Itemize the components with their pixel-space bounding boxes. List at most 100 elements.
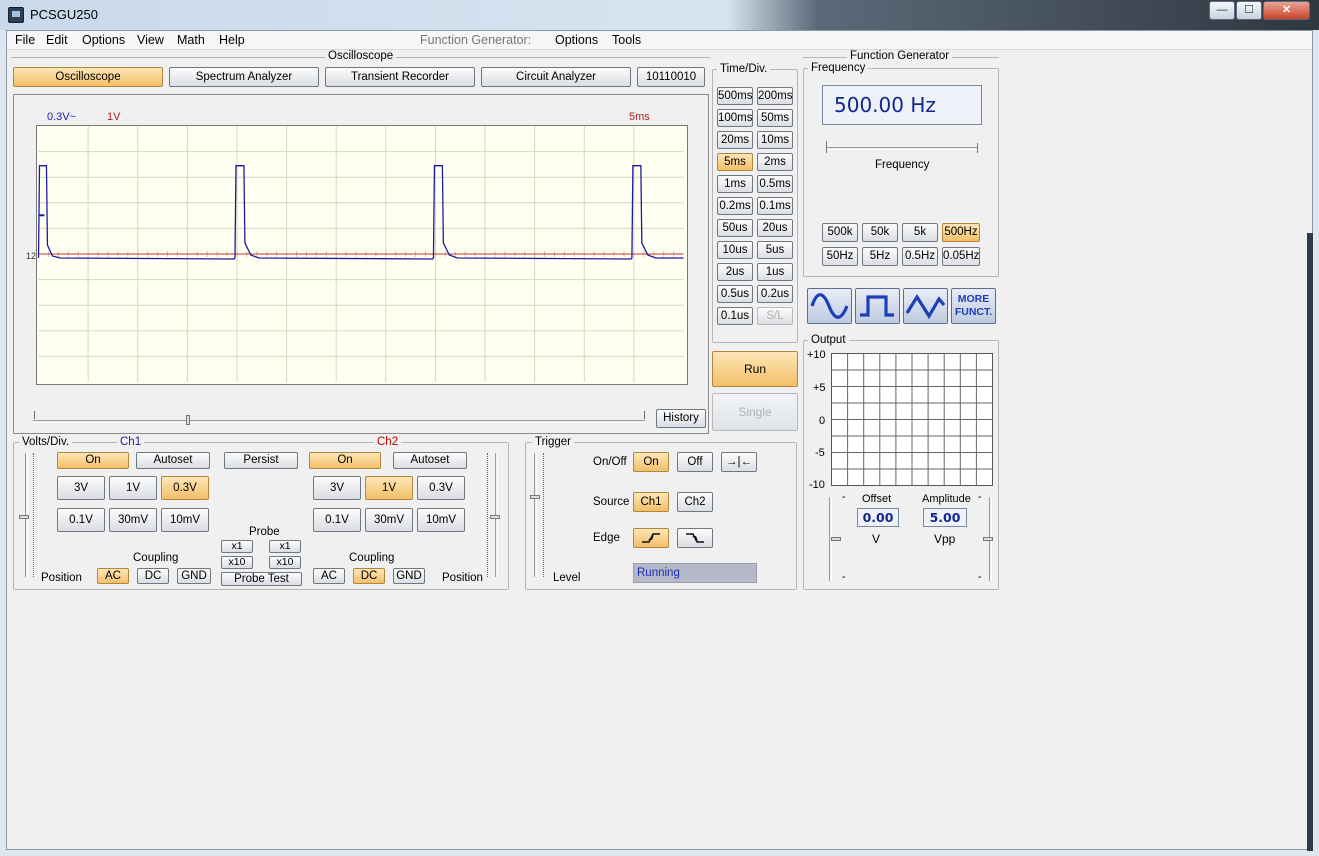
probe-ch2-x10[interactable]: x10 bbox=[269, 556, 301, 569]
ch2-coupling-gnd[interactable]: GND bbox=[393, 568, 425, 584]
history-slider-thumb[interactable] bbox=[186, 415, 190, 425]
falling-edge-icon[interactable] bbox=[677, 528, 713, 548]
minimize-button[interactable]: — bbox=[1209, 1, 1235, 20]
ch1-range-30mv[interactable]: 30mV bbox=[109, 508, 157, 532]
menu-fg-tools[interactable]: Tools bbox=[612, 33, 641, 47]
ch1-autoset-button[interactable]: Autoset bbox=[136, 452, 210, 469]
timediv-50ms[interactable]: 50ms bbox=[757, 109, 793, 127]
offset-slider-thumb[interactable] bbox=[831, 537, 841, 541]
more-functions-button[interactable]: MORE FUNCT. bbox=[951, 288, 996, 324]
menu-view[interactable]: View bbox=[137, 33, 164, 47]
ch1-range-0-1v[interactable]: 0.1V bbox=[57, 508, 105, 532]
maximize-button[interactable]: ☐ bbox=[1236, 1, 1262, 20]
run-button[interactable]: Run bbox=[712, 351, 798, 387]
ch1-coupling-gnd[interactable]: GND bbox=[177, 568, 211, 584]
timediv-10us[interactable]: 10us bbox=[717, 241, 753, 259]
timediv-20us[interactable]: 20us bbox=[757, 219, 793, 237]
timediv-1us[interactable]: 1us bbox=[757, 263, 793, 281]
timediv-S-L[interactable]: S/L bbox=[757, 307, 793, 325]
menu-file[interactable]: File bbox=[15, 33, 35, 47]
ch2-autoset-button[interactable]: Autoset bbox=[393, 452, 467, 469]
timediv-0-2ms[interactable]: 0.2ms bbox=[717, 197, 753, 215]
trigger-level-slider[interactable] bbox=[534, 453, 537, 577]
frequency-slider[interactable] bbox=[827, 147, 977, 150]
ch2-range-0-1v[interactable]: 0.1V bbox=[313, 508, 361, 532]
mode-spectrum-analyzer-button[interactable]: Spectrum Analyzer bbox=[169, 67, 319, 87]
timediv-1ms[interactable]: 1ms bbox=[717, 175, 753, 193]
ch2-range-0-3v[interactable]: 0.3V bbox=[417, 476, 465, 500]
timediv-20ms[interactable]: 20ms bbox=[717, 131, 753, 149]
ch2-coupling-dc[interactable]: DC bbox=[353, 568, 385, 584]
ch1-range-3v[interactable]: 3V bbox=[57, 476, 105, 500]
freq-range-50hz[interactable]: 50Hz bbox=[822, 247, 858, 266]
ch1-coupling-dc[interactable]: DC bbox=[137, 568, 169, 584]
mode-circuit-analyzer-button[interactable]: Circuit Analyzer bbox=[481, 67, 631, 87]
trigger-level-thumb[interactable] bbox=[530, 495, 540, 499]
close-button[interactable]: ✕ bbox=[1263, 1, 1310, 20]
trigger-source-ch2[interactable]: Ch2 bbox=[677, 492, 713, 512]
history-slider[interactable] bbox=[33, 420, 645, 423]
scope-screen[interactable] bbox=[36, 125, 688, 385]
timediv-50us[interactable]: 50us bbox=[717, 219, 753, 237]
timediv-10ms[interactable]: 10ms bbox=[757, 131, 793, 149]
timediv-200ms[interactable]: 200ms bbox=[757, 87, 793, 105]
timediv-2ms[interactable]: 2ms bbox=[757, 153, 793, 171]
ch2-range-3v[interactable]: 3V bbox=[313, 476, 361, 500]
timediv-5ms[interactable]: 5ms bbox=[717, 153, 753, 171]
frequency-slider-thumb[interactable] bbox=[826, 141, 827, 153]
mode-logic-analyzer-button[interactable]: 10110010 bbox=[637, 67, 705, 87]
timediv-0-1us[interactable]: 0.1us bbox=[717, 307, 753, 325]
menu-edit[interactable]: Edit bbox=[46, 33, 68, 47]
amplitude-slider-top-mark: - bbox=[978, 491, 982, 503]
freq-range-500k[interactable]: 500k bbox=[822, 223, 858, 242]
timediv-0-2us[interactable]: 0.2us bbox=[757, 285, 793, 303]
timediv-0-1ms[interactable]: 0.1ms bbox=[757, 197, 793, 215]
menu-fg-options[interactable]: Options bbox=[555, 33, 598, 47]
timediv-2us[interactable]: 2us bbox=[717, 263, 753, 281]
sine-wave-icon[interactable] bbox=[807, 288, 852, 324]
freq-range-0-05hz[interactable]: 0.05Hz bbox=[942, 247, 980, 266]
freq-range-500hz[interactable]: 500Hz bbox=[942, 223, 980, 242]
mode-transient-recorder-button[interactable]: Transient Recorder bbox=[325, 67, 475, 87]
square-wave-icon[interactable] bbox=[855, 288, 900, 324]
trigger-off-button[interactable]: Off bbox=[677, 452, 713, 472]
ch2-range-1v[interactable]: 1V bbox=[365, 476, 413, 500]
probe-ch1-x10[interactable]: x10 bbox=[221, 556, 253, 569]
freq-range-0-5hz[interactable]: 0.5Hz bbox=[902, 247, 938, 266]
ch1-range-1v[interactable]: 1V bbox=[109, 476, 157, 500]
freq-range-5hz[interactable]: 5Hz bbox=[862, 247, 898, 266]
ch1-range-0-3v[interactable]: 0.3V bbox=[161, 476, 209, 500]
ch2-position-thumb[interactable] bbox=[490, 515, 500, 519]
trigger-source-ch1[interactable]: Ch1 bbox=[633, 492, 669, 512]
trigger-on-button[interactable]: On bbox=[633, 452, 669, 472]
timediv-5us[interactable]: 5us bbox=[757, 241, 793, 259]
amplitude-slider-thumb[interactable] bbox=[983, 537, 993, 541]
mode-oscilloscope-button[interactable]: Oscilloscope bbox=[13, 67, 163, 87]
probe-ch1-x1[interactable]: x1 bbox=[221, 540, 253, 553]
freq-range-5k[interactable]: 5k bbox=[902, 223, 938, 242]
timediv-0-5ms[interactable]: 0.5ms bbox=[757, 175, 793, 193]
ch2-on-button[interactable]: On bbox=[309, 452, 381, 469]
timediv-0-5us[interactable]: 0.5us bbox=[717, 285, 753, 303]
ch2-range-30mv[interactable]: 30mV bbox=[365, 508, 413, 532]
probe-test-button[interactable]: Probe Test bbox=[221, 572, 302, 586]
history-button[interactable]: History bbox=[656, 409, 706, 428]
menu-options[interactable]: Options bbox=[82, 33, 125, 47]
ch2-coupling-ac[interactable]: AC bbox=[313, 568, 345, 584]
ch1-on-button[interactable]: On bbox=[57, 452, 129, 469]
persist-button[interactable]: Persist bbox=[224, 452, 298, 469]
single-button[interactable]: Single bbox=[712, 393, 798, 431]
menu-help[interactable]: Help bbox=[219, 33, 245, 47]
trigger-center-icon[interactable]: →|← bbox=[721, 452, 757, 472]
ch1-range-10mv[interactable]: 10mV bbox=[161, 508, 209, 532]
timediv-100ms[interactable]: 100ms bbox=[717, 109, 753, 127]
triangle-wave-icon[interactable] bbox=[903, 288, 948, 324]
freq-range-50k[interactable]: 50k bbox=[862, 223, 898, 242]
rising-edge-icon[interactable] bbox=[633, 528, 669, 548]
menu-math[interactable]: Math bbox=[177, 33, 205, 47]
ch1-coupling-ac[interactable]: AC bbox=[97, 568, 129, 584]
ch1-position-thumb[interactable] bbox=[19, 515, 29, 519]
probe-ch2-x1[interactable]: x1 bbox=[269, 540, 301, 553]
timediv-500ms[interactable]: 500ms bbox=[717, 87, 753, 105]
ch2-range-10mv[interactable]: 10mV bbox=[417, 508, 465, 532]
